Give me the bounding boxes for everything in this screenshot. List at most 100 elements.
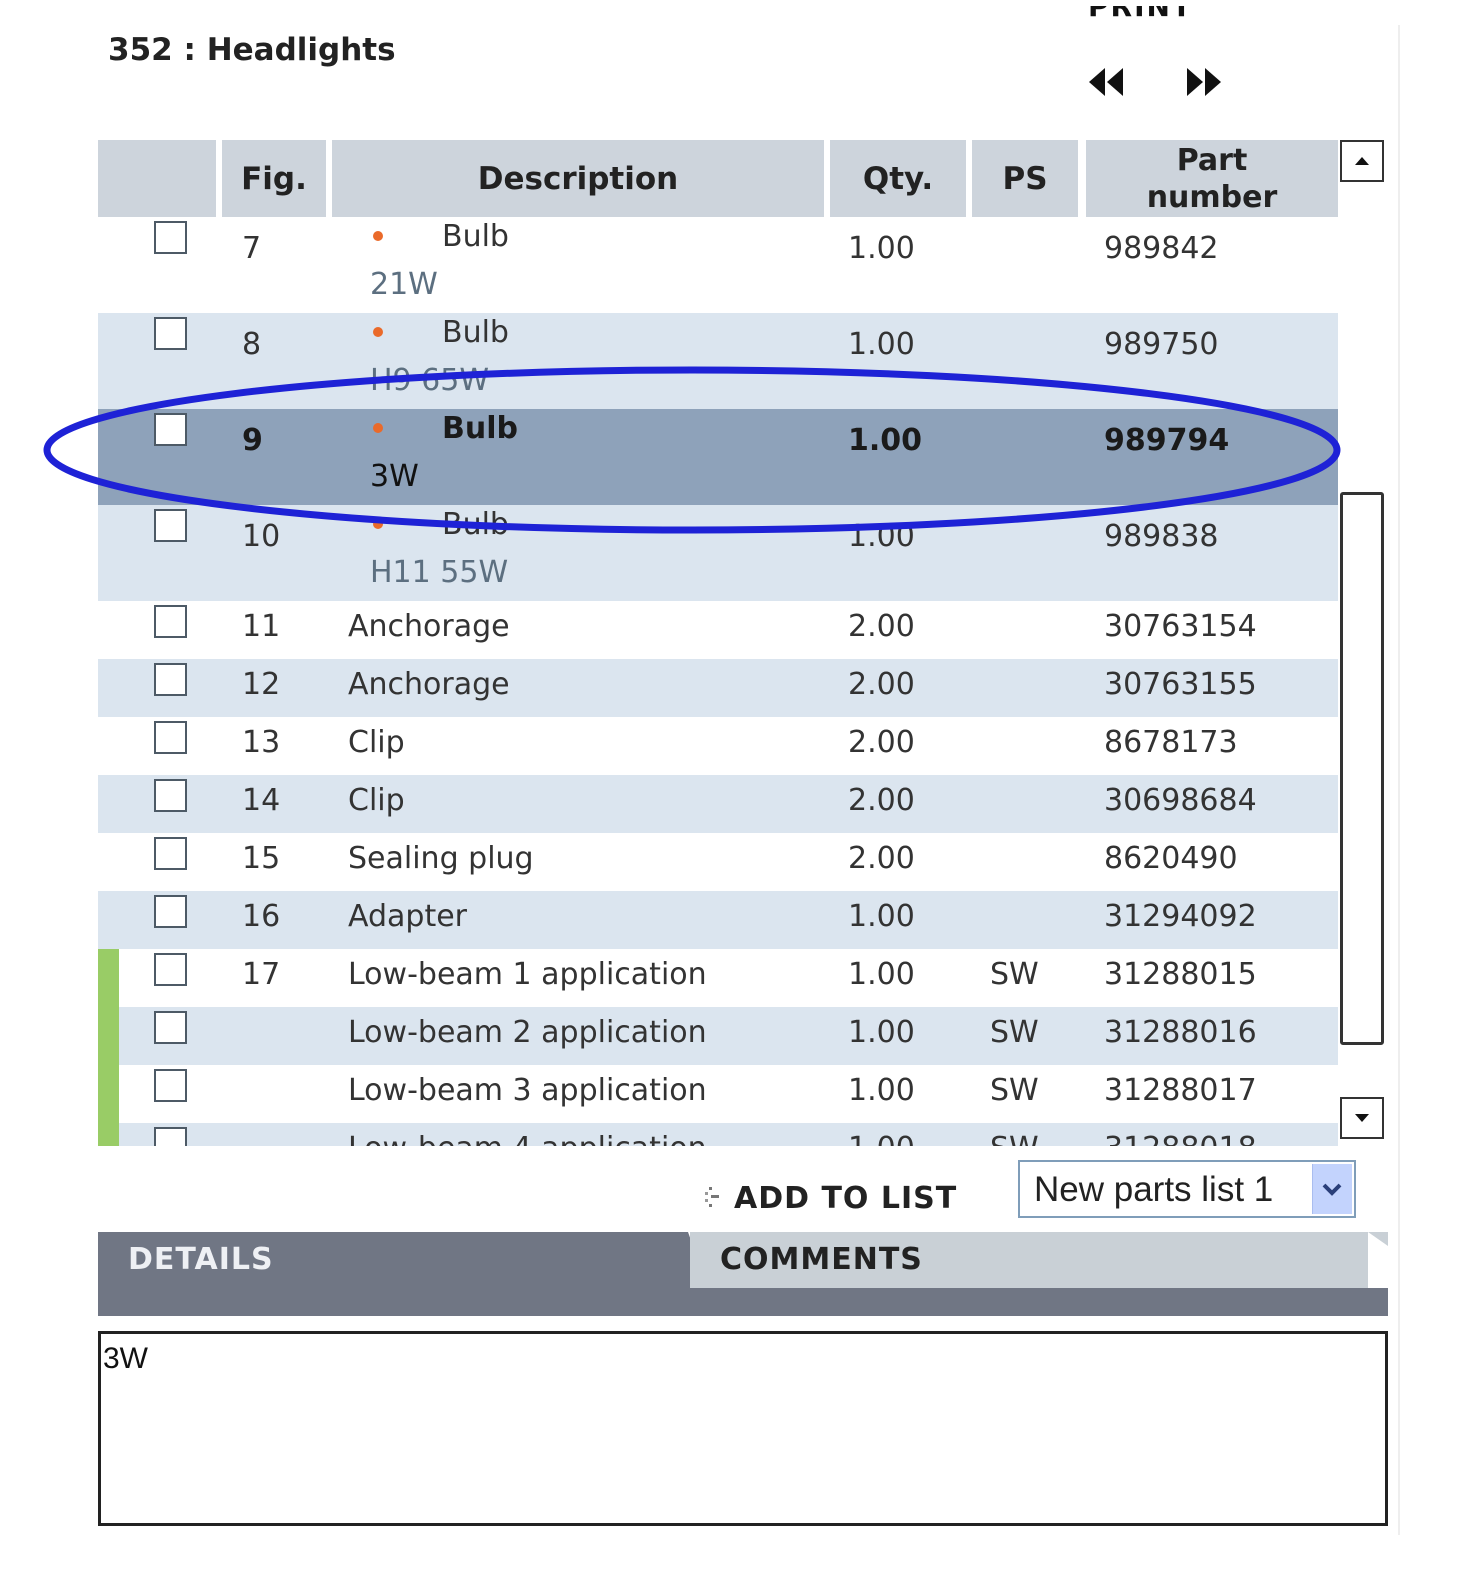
row-checkbox[interactable]: [154, 721, 187, 754]
cell-fig: 9: [242, 423, 263, 458]
cell-part-number[interactable]: 989794: [1104, 423, 1229, 458]
cell-part-number[interactable]: 989750: [1104, 327, 1219, 362]
cell-fig: 11: [242, 609, 281, 644]
row-checkbox[interactable]: [154, 779, 187, 812]
triangle-up-icon: [1355, 157, 1369, 165]
cell-qty: 2.00: [848, 609, 915, 644]
parts-list-dropdown-button[interactable]: [1312, 1164, 1352, 1214]
parts-table: Fig. Description Qty. PS Part number 7 Bu…: [98, 140, 1338, 1146]
header-select-column: [98, 140, 216, 217]
cell-qty: 1.00: [848, 519, 915, 554]
cell-part-number[interactable]: 31288016: [1104, 1015, 1257, 1050]
cell-description: Bulb: [442, 219, 509, 254]
add-to-list-label: ADD TO LIST: [734, 1180, 958, 1216]
scroll-up-button[interactable]: [1340, 140, 1384, 182]
cell-description: Anchorage: [348, 609, 510, 644]
header-part-number[interactable]: Part number: [1086, 140, 1338, 217]
cell-qty: 1.00: [848, 957, 915, 992]
cell-qty: 1.00: [848, 1015, 915, 1050]
cell-fig: 13: [242, 725, 281, 760]
table-row[interactable]: 9 Bulb 3W 1.00 989794: [98, 409, 1338, 505]
header-qty[interactable]: Qty.: [830, 140, 966, 217]
row-checkbox[interactable]: [154, 1011, 187, 1044]
row-checkbox[interactable]: [154, 895, 187, 928]
table-row[interactable]: 7 Bulb 21W 1.00 989842: [98, 217, 1338, 313]
table-row[interactable]: 12 Anchorage 2.00 30763155: [98, 659, 1338, 717]
table-row[interactable]: 15 Sealing plug 2.00 8620490: [98, 833, 1338, 891]
cell-description: Clip: [348, 783, 405, 818]
header-ps[interactable]: PS: [972, 140, 1078, 217]
table-row[interactable]: Low-beam 3 application 1.00 SW 31288017: [98, 1065, 1338, 1123]
bullet-icon: [373, 519, 383, 529]
parts-table-header: Fig. Description Qty. PS Part number: [98, 140, 1338, 217]
cell-description-sub: H11 55W: [370, 555, 509, 590]
header-description[interactable]: Description: [332, 140, 824, 217]
header-fig[interactable]: Fig.: [222, 140, 326, 217]
scrollbar-thumb[interactable]: [1340, 492, 1384, 1045]
panel-right-border: [1398, 25, 1400, 1535]
table-row[interactable]: 17 Low-beam 1 application 1.00 SW 31288015: [98, 949, 1338, 1007]
cell-part-number[interactable]: 31288015: [1104, 957, 1257, 992]
next-page-button[interactable]: [1183, 62, 1227, 102]
cell-part-number[interactable]: 31288018: [1104, 1131, 1257, 1146]
cell-part-number[interactable]: 989838: [1104, 519, 1219, 554]
double-chevron-left-icon: [1089, 68, 1123, 96]
cell-description: Sealing plug: [348, 841, 534, 876]
cell-part-number[interactable]: 8678173: [1104, 725, 1238, 760]
cell-part-number[interactable]: 989842: [1104, 231, 1219, 266]
print-link-label: PRINT: [1088, 6, 1194, 23]
table-row[interactable]: 10 Bulb H11 55W 1.00 989838: [98, 505, 1338, 601]
parts-list-select[interactable]: New parts list 1: [1018, 1160, 1356, 1218]
double-chevron-right-icon: [1187, 68, 1221, 96]
tab-comments[interactable]: COMMENTS: [690, 1232, 1388, 1288]
cell-qty: 1.00: [848, 423, 923, 458]
row-checkbox[interactable]: [154, 509, 187, 542]
scroll-down-button[interactable]: [1340, 1097, 1384, 1139]
bullet-icon: [373, 231, 383, 241]
row-checkbox[interactable]: [154, 837, 187, 870]
table-row[interactable]: Low-beam 4 application 1.00 SW 31288018: [98, 1123, 1338, 1146]
cell-part-number[interactable]: 31294092: [1104, 899, 1257, 934]
row-checkbox[interactable]: [154, 221, 187, 254]
tab-details[interactable]: DETAILS: [98, 1232, 688, 1288]
triangle-down-icon: [1355, 1114, 1369, 1122]
cell-description: Bulb: [442, 507, 509, 542]
cell-part-number[interactable]: 30698684: [1104, 783, 1257, 818]
row-checkbox[interactable]: [154, 1127, 187, 1146]
table-row[interactable]: 14 Clip 2.00 30698684: [98, 775, 1338, 833]
cell-fig: 10: [242, 519, 281, 554]
add-to-list-button[interactable]: ADD TO LIST: [700, 1176, 957, 1220]
cell-qty: 1.00: [848, 327, 915, 362]
row-checkbox[interactable]: [154, 1069, 187, 1102]
previous-page-button[interactable]: [1085, 62, 1129, 102]
row-checkbox[interactable]: [154, 605, 187, 638]
print-link[interactable]: PRINT: [1088, 6, 1228, 32]
cell-qty: 1.00: [848, 899, 915, 934]
cell-fig: 8: [242, 327, 262, 362]
table-row[interactable]: 11 Anchorage 2.00 30763154: [98, 601, 1338, 659]
table-row[interactable]: 16 Adapter 1.00 31294092: [98, 891, 1338, 949]
cell-part-number[interactable]: 8620490: [1104, 841, 1238, 876]
bullet-icon: [373, 327, 383, 337]
cell-part-number[interactable]: 30763154: [1104, 609, 1257, 644]
cell-qty: 2.00: [848, 783, 915, 818]
cell-qty: 1.00: [848, 1131, 915, 1146]
cell-fig: 15: [242, 841, 281, 876]
row-checkbox[interactable]: [154, 317, 187, 350]
row-checkbox[interactable]: [154, 953, 187, 986]
table-row[interactable]: Low-beam 2 application 1.00 SW 31288016: [98, 1007, 1338, 1065]
cell-description-sub: H9 65W: [370, 363, 490, 398]
parts-list-select-value: New parts list 1: [1034, 1170, 1274, 1209]
row-checkbox[interactable]: [154, 663, 187, 696]
tab-comments-corner: [1368, 1232, 1388, 1288]
cell-ps: SW: [990, 1131, 1039, 1146]
table-row[interactable]: 13 Clip 2.00 8678173: [98, 717, 1338, 775]
cell-description-sub: 3W: [370, 459, 419, 494]
cell-part-number[interactable]: 31288017: [1104, 1073, 1257, 1108]
cell-part-number[interactable]: 30763155: [1104, 667, 1257, 702]
add-to-list-icon: [705, 1187, 719, 1207]
table-row[interactable]: 8 Bulb H9 65W 1.00 989750: [98, 313, 1338, 409]
cell-description: Clip: [348, 725, 405, 760]
row-checkbox[interactable]: [154, 413, 187, 446]
details-text-area[interactable]: 3W: [98, 1331, 1388, 1526]
